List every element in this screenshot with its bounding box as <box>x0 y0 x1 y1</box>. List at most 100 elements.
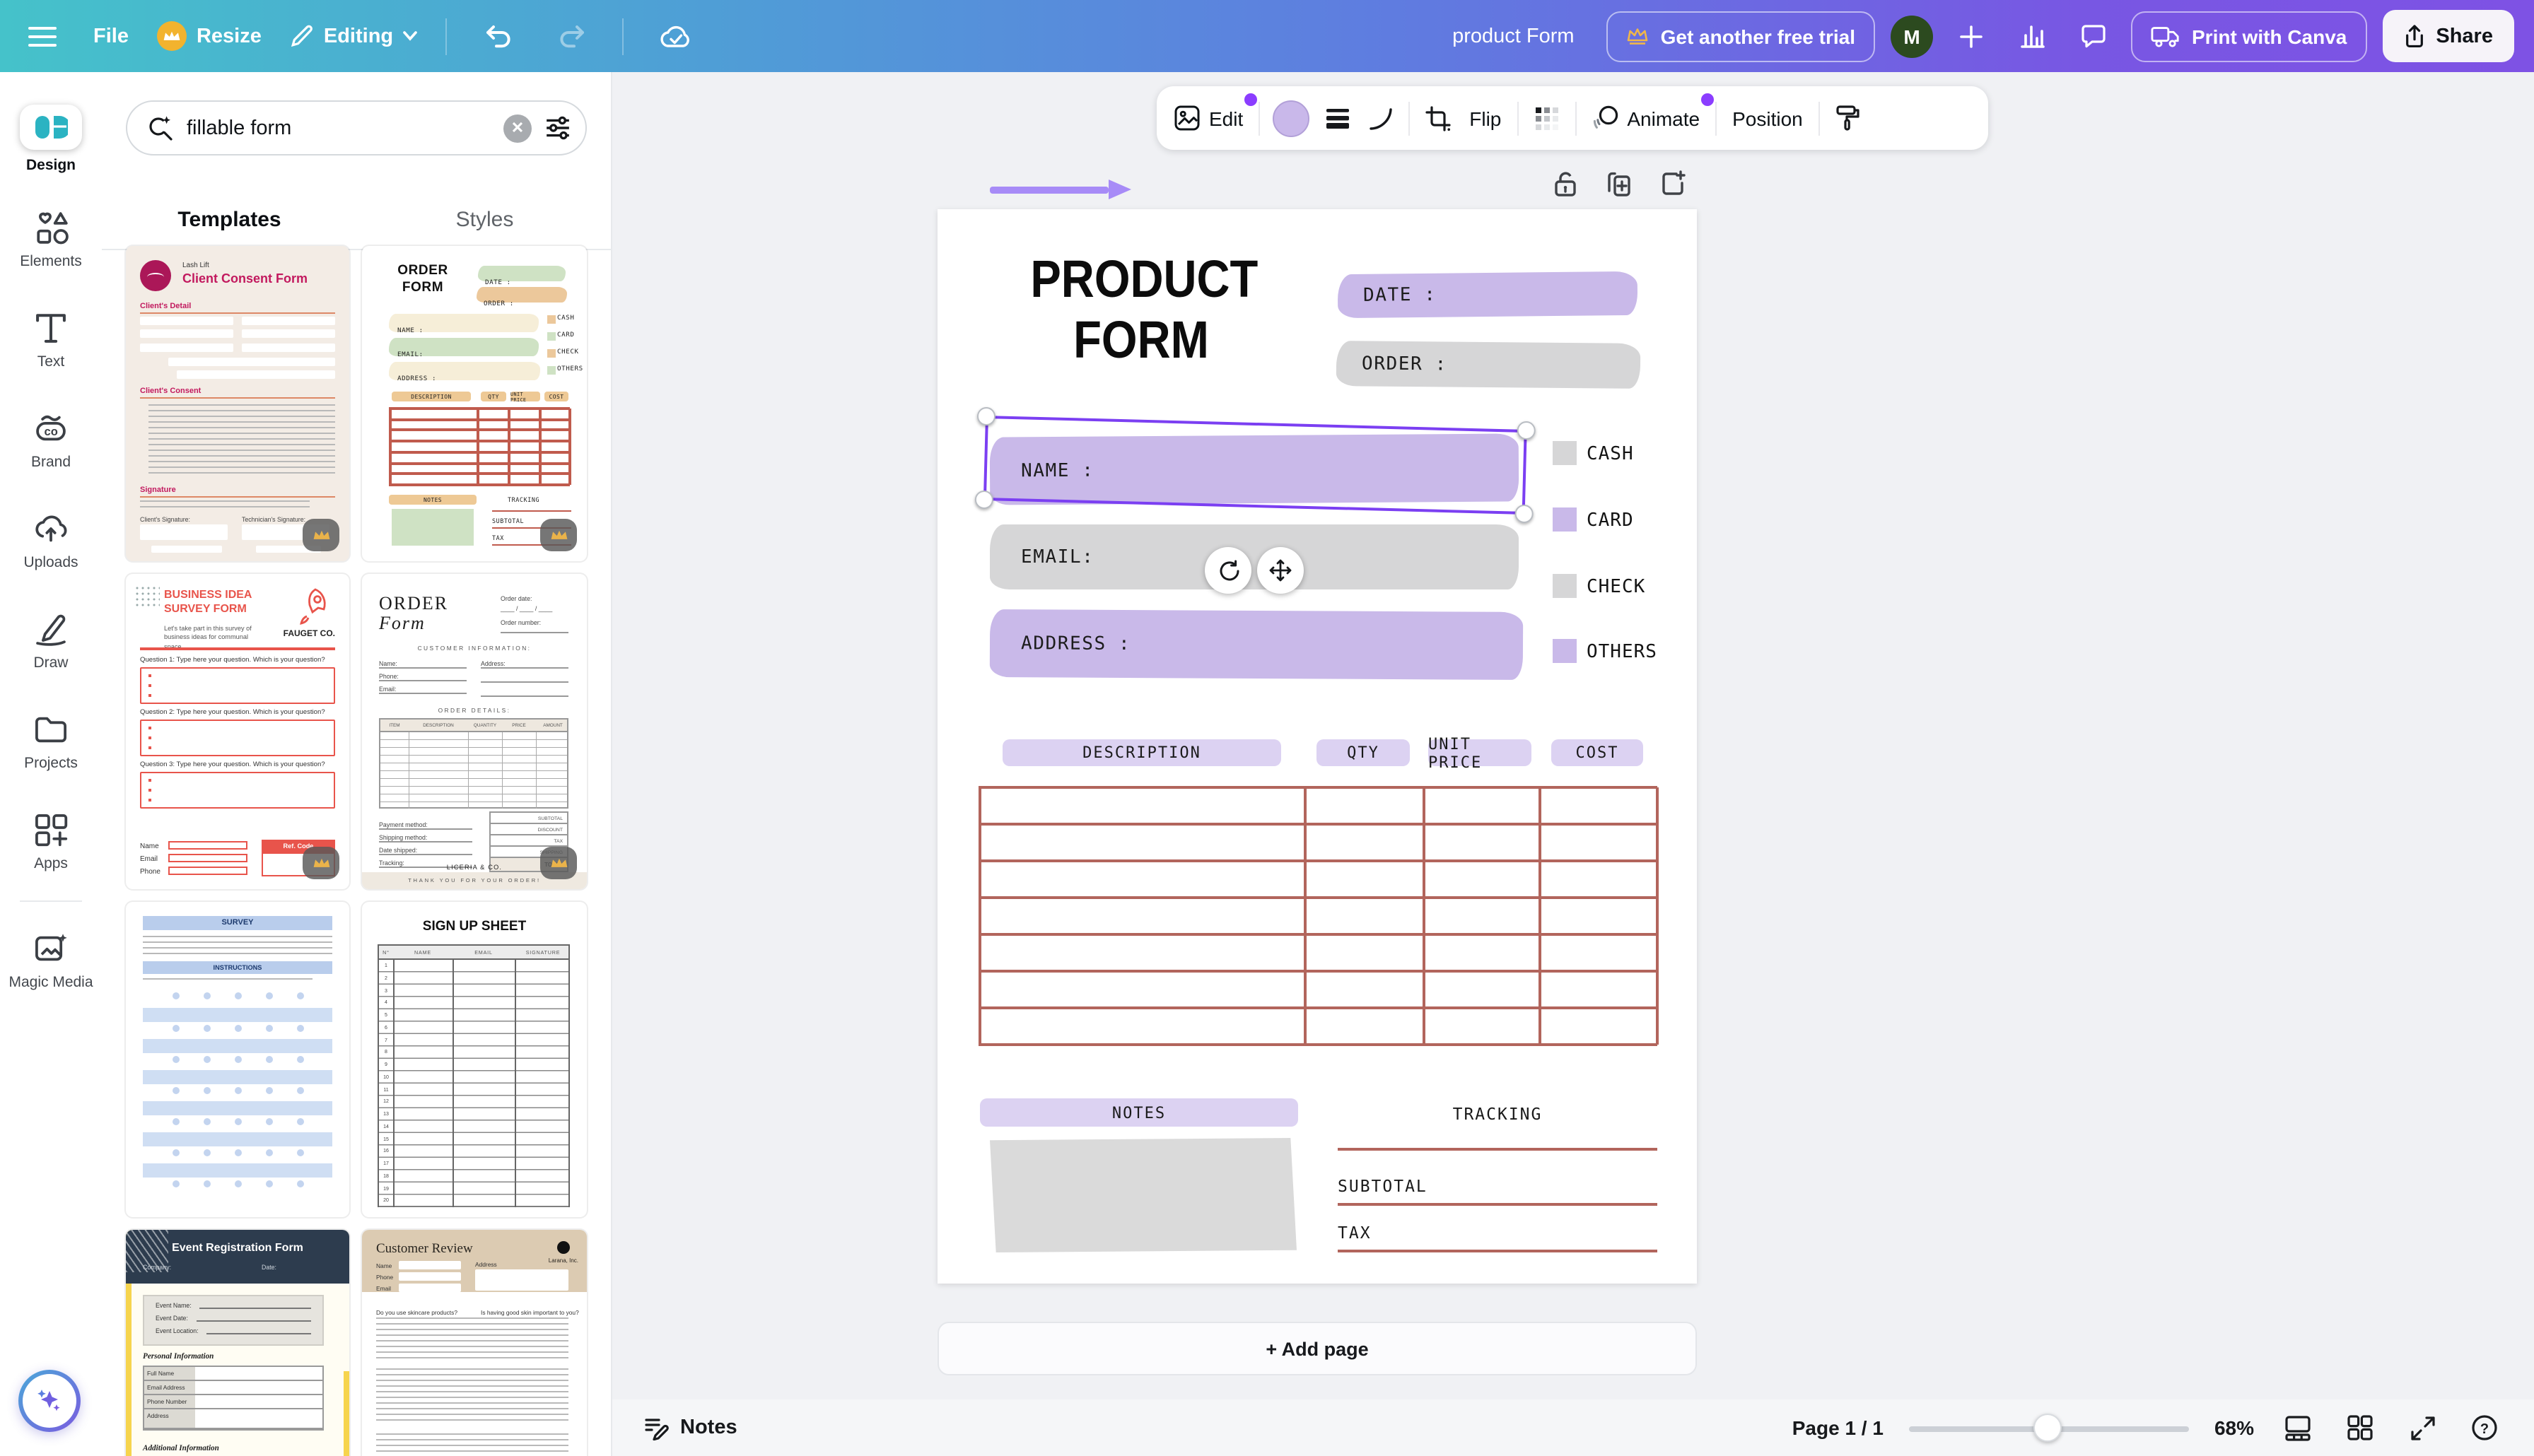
others-checkbox[interactable] <box>1553 639 1577 663</box>
canvas-workspace[interactable]: Edit Flip Animate Position PRODUCT FORM … <box>612 72 2534 1399</box>
address-brush-field[interactable]: ADDRESS : <box>989 609 1524 680</box>
order-brush-field[interactable]: ORDER : <box>1336 341 1641 389</box>
unlock-page-button[interactable] <box>1550 168 1581 199</box>
duplicate-page-button[interactable] <box>1604 168 1635 199</box>
qty-header-chip[interactable]: QTY <box>1316 739 1410 766</box>
scale-row <box>143 990 332 1002</box>
element-color-swatch[interactable] <box>1273 100 1310 136</box>
notes-toggle-button[interactable]: Notes <box>643 1415 737 1440</box>
order-number-label: Order number: <box>501 619 542 626</box>
resize-handle-bottom-left[interactable] <box>974 490 994 510</box>
divider <box>140 647 335 650</box>
cash-checkbox[interactable] <box>1553 441 1577 465</box>
grid-view-button[interactable] <box>2342 1409 2378 1446</box>
template-business-survey-form[interactable]: BUSINESS IDEA SURVEY FORM Let's take par… <box>126 574 349 889</box>
sidebar-item-design[interactable]: Design <box>0 89 102 189</box>
zoom-slider[interactable] <box>1908 1414 2189 1442</box>
line-weight-button[interactable] <box>1322 102 1353 134</box>
get-free-trial-button[interactable]: Get another free trial <box>1606 11 1875 61</box>
resize-button[interactable]: Resize <box>156 21 262 51</box>
email-brush-field[interactable]: EMAIL: <box>990 524 1519 589</box>
tab-styles[interactable]: Styles <box>357 194 611 249</box>
user-avatar[interactable]: M <box>1891 15 1933 57</box>
sidebar-item-draw[interactable]: Draw <box>0 591 102 691</box>
table-cell <box>1424 861 1540 898</box>
rotate-handle[interactable] <box>1205 547 1251 594</box>
template-search-input[interactable]: fillable form ✕ <box>126 100 587 155</box>
template-client-consent-form[interactable]: Lash Lift Client Consent Form Client's D… <box>126 246 349 561</box>
editing-mode-dropdown[interactable]: Editing <box>290 24 417 48</box>
items-table[interactable] <box>979 786 1659 1046</box>
template-signup-sheet[interactable]: SIGN UP SHEET N° NAME EMAIL SIGNATURE 12345… <box>362 902 587 1217</box>
help-button[interactable]: ? <box>2466 1409 2503 1446</box>
check-checkbox[interactable] <box>1553 574 1577 598</box>
canva-editor: File Resize Editing product Form Get ano… <box>0 0 2534 1456</box>
pay-label: CHECK <box>557 349 579 356</box>
notes-box <box>392 509 474 546</box>
fullscreen-button[interactable] <box>2404 1409 2441 1446</box>
add-page-icon <box>1662 170 1686 195</box>
crop-button[interactable] <box>1423 100 1454 136</box>
cost-header-chip[interactable]: COST <box>1551 739 1643 766</box>
tab-templates[interactable]: Templates <box>102 194 357 252</box>
canva-assistant-button[interactable] <box>18 1370 81 1432</box>
design-page[interactable]: PRODUCT FORM DATE : ORDER : NAME : EMAIL… <box>938 209 1697 1284</box>
share-button[interactable]: Share <box>2382 10 2514 62</box>
filter-sliders-icon[interactable] <box>544 115 571 141</box>
template-survey-blue[interactable]: SURVEY INSTRUCTIONS <box>126 902 349 1217</box>
hamburger-menu-button[interactable] <box>20 13 65 59</box>
document-title[interactable]: product Form <box>1452 25 1574 47</box>
selection-frame[interactable] <box>974 406 1536 524</box>
resize-handle-top-left[interactable] <box>976 406 996 426</box>
sidebar-item-uploads[interactable]: Uploads <box>0 491 102 591</box>
clear-search-button[interactable]: ✕ <box>503 114 532 142</box>
question-options <box>376 1317 568 1360</box>
insights-button[interactable] <box>2009 13 2055 59</box>
template-order-form-elegant[interactable]: ORDER Form Order date: ____ / ____ / ___… <box>362 574 587 889</box>
redo-button[interactable] <box>549 13 594 59</box>
file-menu-button[interactable]: File <box>93 25 129 47</box>
template-event-registration[interactable]: Event Registration Form Company: Date: E… <box>126 1230 349 1456</box>
add-member-button[interactable] <box>1949 13 1994 59</box>
form-title[interactable]: PRODUCT FORM <box>1030 249 1258 371</box>
animate-button[interactable]: Animate <box>1589 93 1715 137</box>
print-with-canva-button[interactable]: Print with Canva <box>2131 11 2367 61</box>
add-page-button[interactable]: + Add page <box>938 1322 1697 1375</box>
sidebar-item-magic-media[interactable]: Magic Media <box>0 910 102 1011</box>
copy-style-button[interactable] <box>1833 99 1864 137</box>
cloud-check-icon <box>660 25 689 47</box>
sidebar-rail: Design Elements Text co Brand Uploads Dr… <box>0 72 102 1456</box>
sidebar-item-text[interactable]: Text <box>0 290 102 390</box>
notes-box[interactable] <box>990 1138 1297 1252</box>
question-label: Question 3: Type here your question. Whi… <box>140 762 325 769</box>
template-customer-review[interactable]: Customer Review Larana, Inc. Name Phone … <box>362 1230 587 1456</box>
template-order-form-green[interactable]: ORDER FORM DATE : ORDER : NAME : EMAIL: … <box>362 246 587 561</box>
flip-button[interactable]: Flip <box>1466 101 1504 135</box>
sidebar-item-elements[interactable]: Elements <box>0 189 102 290</box>
undo-button[interactable] <box>475 13 520 59</box>
brand-logo <box>557 1241 570 1254</box>
line-curve-button[interactable] <box>1366 101 1396 135</box>
sidebar-item-brand[interactable]: co Brand <box>0 390 102 491</box>
transparency-button[interactable] <box>1531 100 1562 136</box>
table-cell <box>980 898 1305 934</box>
brand-name: Larana, Inc. <box>548 1257 578 1264</box>
add-page-icon-button[interactable] <box>1657 168 1688 199</box>
comments-button[interactable] <box>2070 13 2115 59</box>
date-brush-field[interactable]: DATE : <box>1337 271 1638 319</box>
pages-view-button[interactable] <box>2279 1409 2316 1446</box>
sidebar-item-projects[interactable]: Projects <box>0 691 102 792</box>
edit-image-button[interactable]: Edit <box>1171 93 1258 137</box>
unit-price-header-chip[interactable]: UNIT PRICE <box>1428 734 1531 771</box>
zoom-slider-thumb[interactable] <box>2033 1414 2062 1442</box>
resize-handle-top-right[interactable] <box>1517 421 1536 440</box>
sidebar-item-apps[interactable]: Apps <box>0 792 102 892</box>
move-handle[interactable] <box>1257 547 1304 594</box>
description-header-chip[interactable]: DESCRIPTION <box>1003 739 1281 766</box>
notes-header-chip[interactable]: NOTES <box>980 1098 1298 1127</box>
cloud-save-status-button[interactable] <box>652 13 697 59</box>
editing-label: Editing <box>323 25 394 47</box>
position-button[interactable]: Position <box>1729 101 1806 135</box>
resize-handle-bottom-right[interactable] <box>1514 504 1534 524</box>
card-checkbox[interactable] <box>1553 507 1577 532</box>
